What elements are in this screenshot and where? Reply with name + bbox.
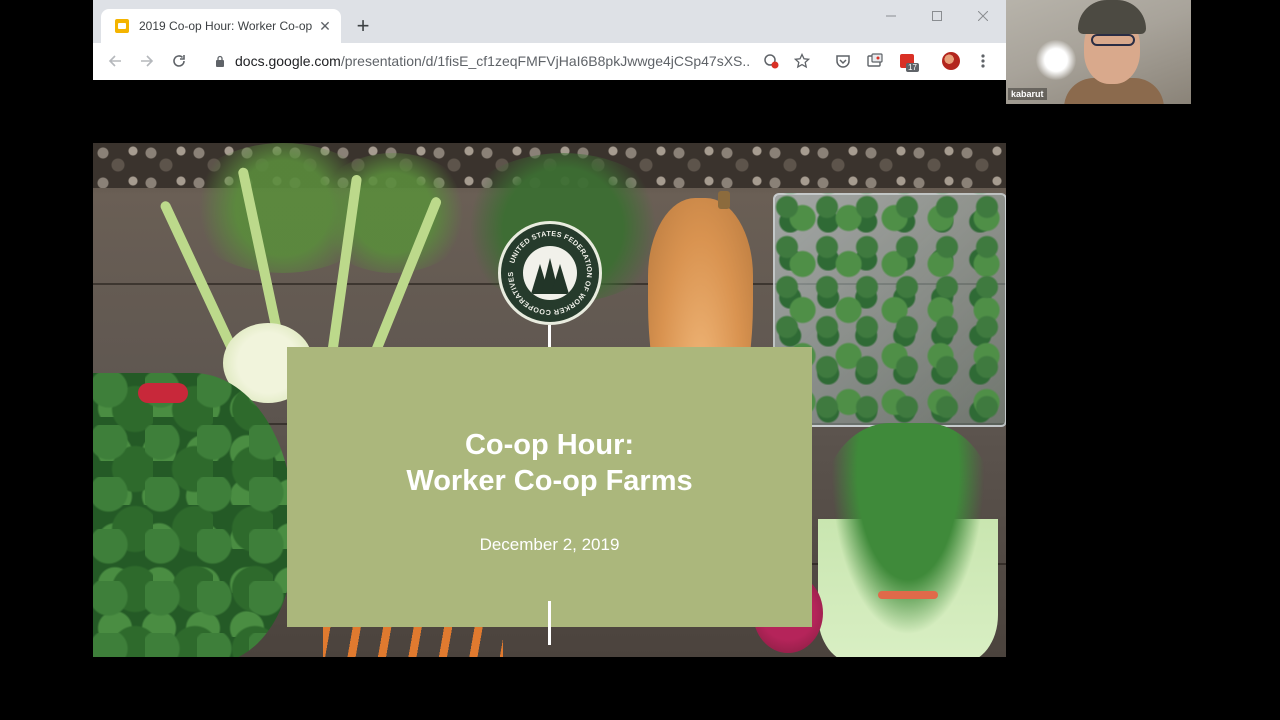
chard-stem	[138, 383, 188, 403]
profile-avatar	[942, 52, 960, 70]
presentation-viewport: UNITED STATES FEDERATION OF WORKER COOPE…	[93, 80, 1006, 720]
browser-toolbar: docs.google.com/presentation/d/1fisE_cf1…	[93, 43, 1006, 81]
tab-strip: 2019 Co-op Hour: Worker Co-op ✕ +	[93, 0, 1006, 43]
arrow-left-icon	[108, 55, 121, 67]
lamp-light	[1036, 40, 1076, 80]
lock-icon	[216, 55, 224, 67]
logo-trees-emblem	[523, 246, 577, 300]
squash-stem	[718, 191, 730, 209]
participant-name-label: kabarut	[1008, 88, 1047, 100]
arrow-right-icon	[141, 55, 154, 67]
url-path: /presentation/d/1fisE_cf1zeqFMFVjHaI6B8p…	[340, 53, 750, 69]
browser-tab[interactable]: 2019 Co-op Hour: Worker Co-op ✕	[101, 9, 341, 43]
url-text: docs.google.com/presentation/d/1fisE_cf1…	[235, 53, 750, 69]
new-tab-button[interactable]: +	[351, 14, 375, 38]
maximize-icon	[932, 11, 942, 21]
minimize-button[interactable]	[868, 0, 914, 32]
camera-blocked-icon	[764, 54, 779, 69]
site-permission-button[interactable]	[761, 51, 781, 71]
participant-glasses	[1091, 34, 1135, 46]
tree-icon	[551, 264, 569, 294]
star-icon	[794, 53, 810, 69]
slide-title-line2: Worker Co-op Farms	[406, 465, 693, 497]
pocket-icon	[836, 55, 850, 68]
kale-bunch	[93, 373, 293, 657]
tab-close-icon[interactable]: ✕	[317, 18, 333, 34]
reload-icon	[173, 55, 185, 67]
extension-badge: 17	[906, 63, 919, 72]
profile-button[interactable]	[941, 51, 961, 71]
image-extension-icon	[867, 53, 883, 67]
tab-title: 2019 Co-op Hour: Worker Co-op	[139, 19, 313, 33]
slides-favicon-icon	[115, 19, 129, 33]
carrots	[323, 623, 503, 657]
kebab-menu-icon	[981, 54, 985, 68]
slide-date: December 2, 2019	[479, 535, 620, 554]
reload-button[interactable]	[167, 49, 191, 73]
usfwc-logo: UNITED STATES FEDERATION OF WORKER COOPE…	[498, 221, 602, 325]
title-slide: UNITED STATES FEDERATION OF WORKER COOPE…	[93, 143, 1006, 657]
minimize-icon	[886, 15, 896, 17]
close-window-button[interactable]	[960, 0, 1006, 32]
cast-extension-button[interactable]	[865, 51, 885, 71]
window-controls	[868, 0, 1006, 32]
slide-title-line1: Co-op Hour:	[464, 429, 635, 461]
fennel-fronds	[313, 153, 473, 273]
forward-button[interactable]	[135, 49, 159, 73]
bottom-connector-line	[548, 601, 551, 645]
browser-menu-button[interactable]	[973, 51, 993, 71]
rubber-band	[878, 591, 938, 599]
url-host: docs.google.com	[235, 53, 341, 69]
participant-video[interactable]: kabarut	[1006, 0, 1191, 104]
bookmark-star-button[interactable]	[792, 51, 812, 71]
maximize-button[interactable]	[914, 0, 960, 32]
title-box: Co-op Hour: Worker Co-op Farms December …	[287, 347, 812, 627]
address-bar[interactable]: docs.google.com/presentation/d/1fisE_cf1…	[205, 47, 825, 75]
pocket-extension-button[interactable]	[833, 51, 853, 71]
back-button[interactable]	[103, 49, 127, 73]
calendar-extension-button[interactable]: 17	[897, 51, 919, 72]
browser-window: 2019 Co-op Hour: Worker Co-op ✕ + docs.g…	[93, 0, 1006, 720]
participant-beanie	[1078, 0, 1146, 34]
close-icon	[978, 11, 988, 21]
bok-choy	[818, 423, 998, 657]
